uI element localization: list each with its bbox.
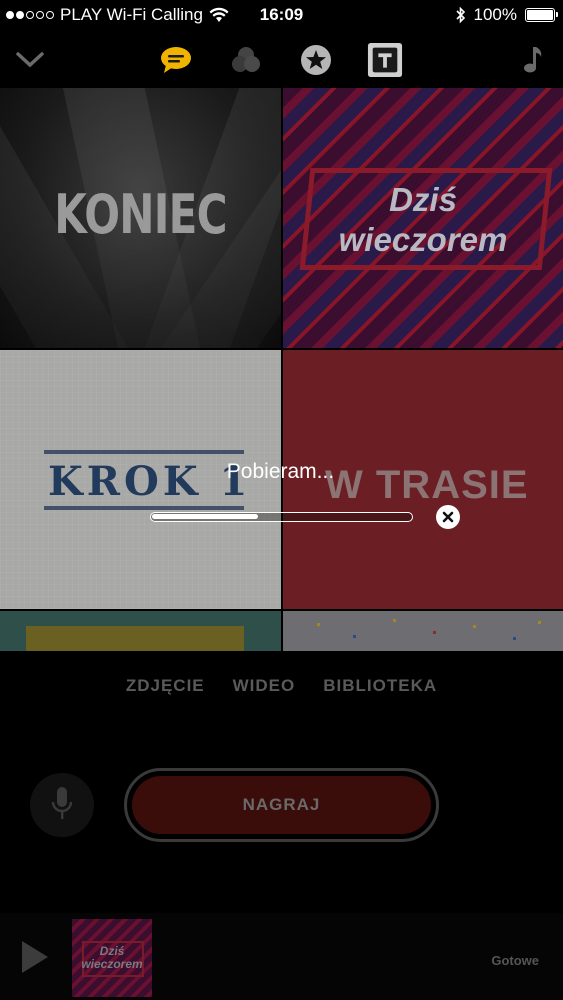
chevron-down-icon[interactable]	[12, 42, 48, 78]
filters-icon[interactable]	[228, 42, 264, 78]
status-bar: PLAY Wi-Fi Calling 16:09 100%	[0, 0, 563, 30]
play-icon[interactable]	[22, 941, 48, 973]
title-card-koniec[interactable]: KONIEC	[0, 88, 281, 348]
done-button[interactable]: Gotowe	[491, 953, 539, 968]
cancel-download-button[interactable]	[436, 505, 460, 529]
title-card-text: Dziś	[389, 181, 457, 218]
status-right: 100%	[455, 5, 558, 25]
thumbnail-text: Dziś wieczorem	[81, 944, 143, 971]
timeline-bar: Dziś wieczorem Gotowe	[0, 913, 563, 1000]
title-card-text: KONIEC	[54, 183, 227, 246]
star-icon[interactable]	[298, 42, 334, 78]
battery-icon	[525, 8, 558, 22]
microphone-button[interactable]	[30, 773, 94, 837]
close-icon	[442, 511, 454, 523]
title-card-partial[interactable]	[0, 611, 281, 651]
title-card-text: wieczorem	[338, 221, 508, 258]
toolbar	[0, 30, 563, 88]
battery-percent: 100%	[473, 5, 517, 24]
mode-photo[interactable]: ZDJĘCIE	[126, 676, 205, 700]
download-progress-bar	[150, 512, 413, 522]
download-label: Pobieram...	[226, 460, 335, 483]
record-button[interactable]: NAGRAJ	[124, 768, 439, 842]
mode-library[interactable]: BIBLIOTEKA	[323, 676, 437, 700]
record-button-label: NAGRAJ	[132, 776, 431, 834]
timeline-clip-thumbnail[interactable]: Dziś wieczorem	[72, 919, 152, 997]
capture-mode-selector: ZDJĘCIE WIDEO BIBLIOTEKA	[0, 676, 563, 700]
download-progress-fill	[152, 514, 258, 519]
title-card-grid: KONIEC Dziś wieczorem KROK 1 W TRASIE	[0, 88, 563, 651]
title-card-confetti[interactable]	[283, 611, 563, 651]
music-note-icon[interactable]	[514, 42, 550, 78]
mode-video[interactable]: WIDEO	[233, 676, 296, 700]
speech-bubble-icon[interactable]	[158, 42, 194, 78]
title-card-dzis-wieczorem[interactable]: Dziś wieczorem	[283, 88, 563, 348]
bluetooth-icon	[455, 6, 465, 24]
text-icon[interactable]	[367, 42, 403, 78]
microphone-icon	[51, 787, 73, 819]
